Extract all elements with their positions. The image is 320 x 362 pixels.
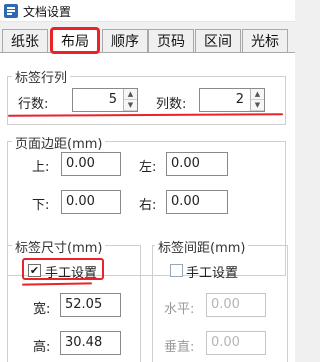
layout-panel: 标签行列 行数: 5 ▲ ▼ 列数: 2 ▲ ▼ 页面边距(mm) 上: 0.0… — [0, 53, 295, 362]
height-label: 高: — [33, 340, 51, 355]
rows-spinner[interactable]: ▲ ▼ — [123, 89, 137, 111]
margin-left-label: 左: — [139, 160, 157, 175]
horizontal-label: 水平: — [164, 302, 195, 317]
label-spacing-manual-checkbox[interactable] — [170, 264, 183, 277]
tab-paper[interactable]: 纸张 — [2, 29, 48, 52]
page-margins-title: 页面边距(mm) — [12, 133, 106, 152]
annotation-highlight-box — [22, 258, 104, 280]
spin-down-icon[interactable]: ▼ — [251, 100, 264, 111]
margin-right-input[interactable]: 0.00 — [166, 190, 228, 214]
app-settings-icon — [4, 4, 18, 18]
spin-up-icon[interactable]: ▲ — [251, 89, 264, 100]
label-rows-cols-title: 标签行列 — [12, 67, 71, 86]
height-input[interactable]: 30.48 — [60, 331, 121, 355]
label-size-title: 标签尺寸(mm) — [12, 237, 106, 256]
title-bar: 文档设置 — [0, 0, 295, 22]
label-spacing-title: 标签间距(mm) — [155, 237, 249, 256]
width-label: 宽: — [33, 302, 51, 317]
width-input[interactable]: 52.05 — [60, 293, 121, 317]
tab-order[interactable]: 顺序 — [102, 29, 148, 52]
margin-bottom-input[interactable]: 0.00 — [61, 190, 121, 214]
spin-down-icon[interactable]: ▼ — [124, 100, 137, 111]
margin-bottom-label: 下: — [32, 198, 50, 213]
margin-left-input[interactable]: 0.00 — [166, 152, 228, 176]
tab-page-number[interactable]: 页码 — [148, 29, 194, 52]
margin-top-label: 上: — [32, 160, 50, 175]
tab-strip: 纸张 布局 顺序 页码 区间 光标 — [0, 27, 295, 55]
vertical-label: 垂直: — [164, 340, 195, 355]
tab-cursor[interactable]: 光标 — [242, 29, 288, 52]
margin-top-input[interactable]: 0.00 — [61, 152, 121, 176]
window-title: 文档设置 — [23, 5, 72, 19]
margin-right-label: 右: — [139, 198, 157, 213]
vertical-input[interactable]: 0.00 — [206, 331, 266, 355]
spin-up-icon[interactable]: ▲ — [124, 89, 137, 100]
tab-layout[interactable]: 布局 — [50, 27, 100, 54]
rows-label: 行数: — [18, 97, 49, 112]
cols-spinner[interactable]: ▲ ▼ — [250, 89, 264, 111]
label-spacing-manual-label: 手工设置 — [186, 266, 239, 281]
tab-range[interactable]: 区间 — [195, 29, 241, 52]
horizontal-input[interactable]: 0.00 — [206, 293, 266, 317]
cols-label: 列数: — [156, 97, 187, 112]
